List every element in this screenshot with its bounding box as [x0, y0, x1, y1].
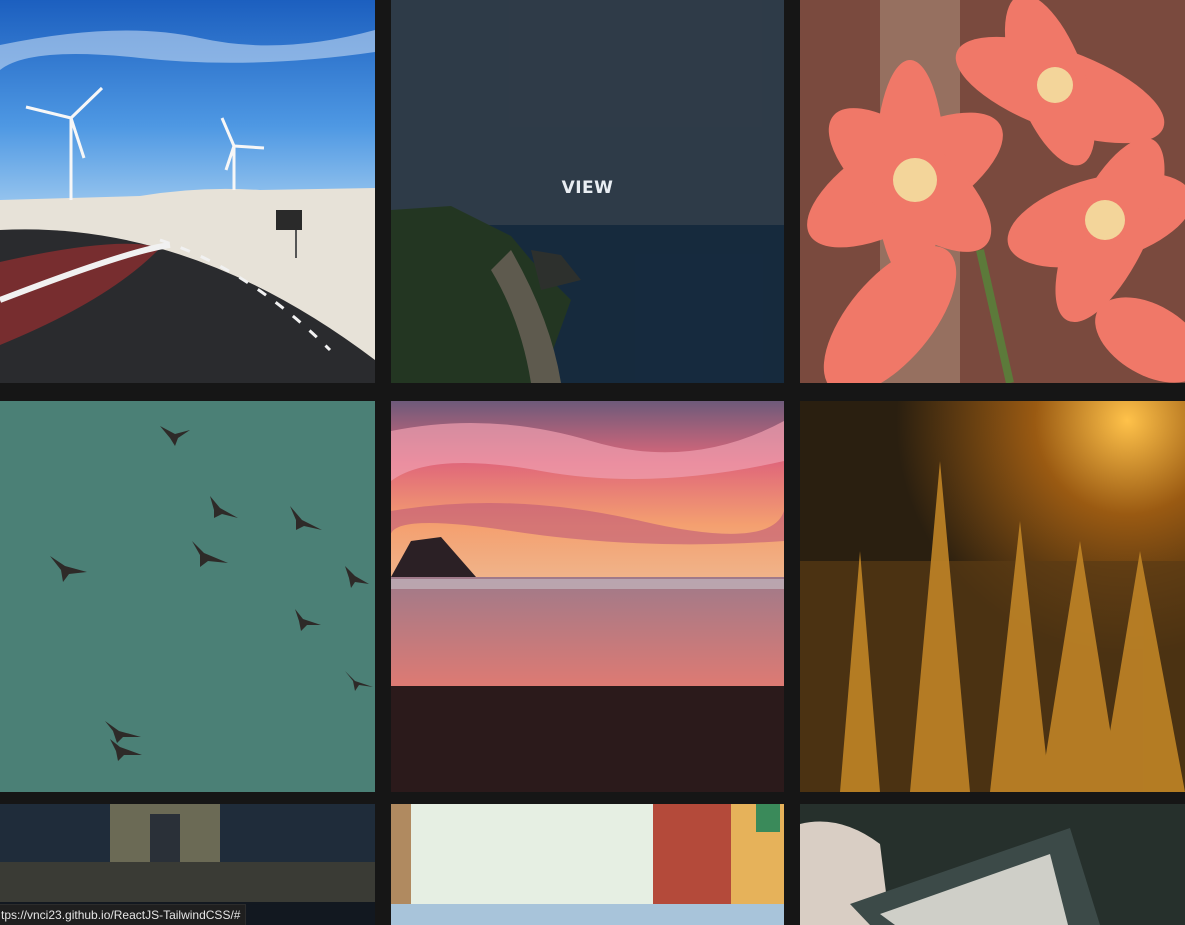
status-bar-url: tps://vnci23.github.io/ReactJS-TailwindC…: [0, 904, 247, 925]
gallery-image-red-flowers[interactable]: [800, 0, 1185, 383]
view-label: VIEW: [561, 178, 614, 198]
colorful-street-image: [391, 804, 784, 925]
wind-turbines-image: [0, 0, 375, 383]
kindle-reader-image: [800, 804, 1185, 925]
beach-sunset-image: [391, 401, 784, 792]
gallery-image-colorful-street[interactable]: [391, 804, 784, 925]
gallery-image-golden-grass[interactable]: [800, 401, 1185, 792]
hover-overlay[interactable]: VIEW: [391, 0, 784, 383]
birds-image: [0, 401, 375, 792]
gallery-image-kindle-reader[interactable]: [800, 804, 1185, 925]
gallery-image-birds-in-sky[interactable]: [0, 401, 375, 792]
gallery-image-wind-turbines-road[interactable]: [0, 0, 375, 383]
gallery-image-coastal-cliffs[interactable]: VIEW: [391, 0, 784, 383]
red-flowers-image: [800, 0, 1185, 383]
golden-grass-image: [800, 401, 1185, 792]
gallery-image-beach-sunset[interactable]: [391, 401, 784, 792]
